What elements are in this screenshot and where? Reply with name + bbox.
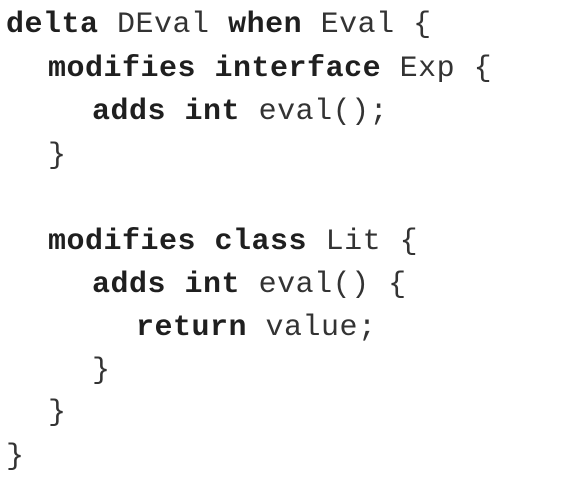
code-line: modifies interface Exp { [6,47,492,91]
punctuation-token: } [6,440,25,474]
identifier-token: eval() [258,268,370,302]
code-line: adds int eval(); [6,90,388,134]
code-listing: delta DEval when Eval {modifies interfac… [0,0,582,485]
punctuation-token: { [399,225,419,259]
keyword-token: int [184,95,241,129]
keyword-token: modifies [48,225,197,259]
keyword-token: modifies [48,52,197,86]
punctuation-token: { [388,268,407,302]
keyword-token: when [228,8,303,42]
code-line: adds int eval() { [6,263,407,307]
punctuation-token: } [92,354,111,388]
code-line: modifies class Lit { [6,220,418,264]
keyword-token: int [184,268,241,302]
code-line: delta DEval when Eval { [6,3,432,47]
keyword-token: interface [214,52,382,86]
code-line: return value; [6,306,377,350]
code-line: } [6,349,111,393]
keyword-token: adds [92,95,167,129]
identifier-token: Eval [320,8,395,42]
keyword-token: class [214,225,308,259]
punctuation-token: { [413,8,432,42]
punctuation-token: } [48,396,67,430]
identifier-token: eval(); [258,95,389,129]
punctuation-token: { [473,52,493,86]
identifier-token: Exp [399,52,456,86]
identifier-token: Lit [325,225,382,259]
punctuation-token: } [48,139,67,173]
code-line: } [6,134,67,178]
identifier-token: DEval [117,8,210,42]
keyword-token: delta [6,8,99,42]
code-line: } [6,435,25,479]
keyword-token: adds [92,268,167,302]
identifier-token: value; [265,311,377,345]
code-line: } [6,391,67,435]
keyword-token: return [136,311,248,345]
